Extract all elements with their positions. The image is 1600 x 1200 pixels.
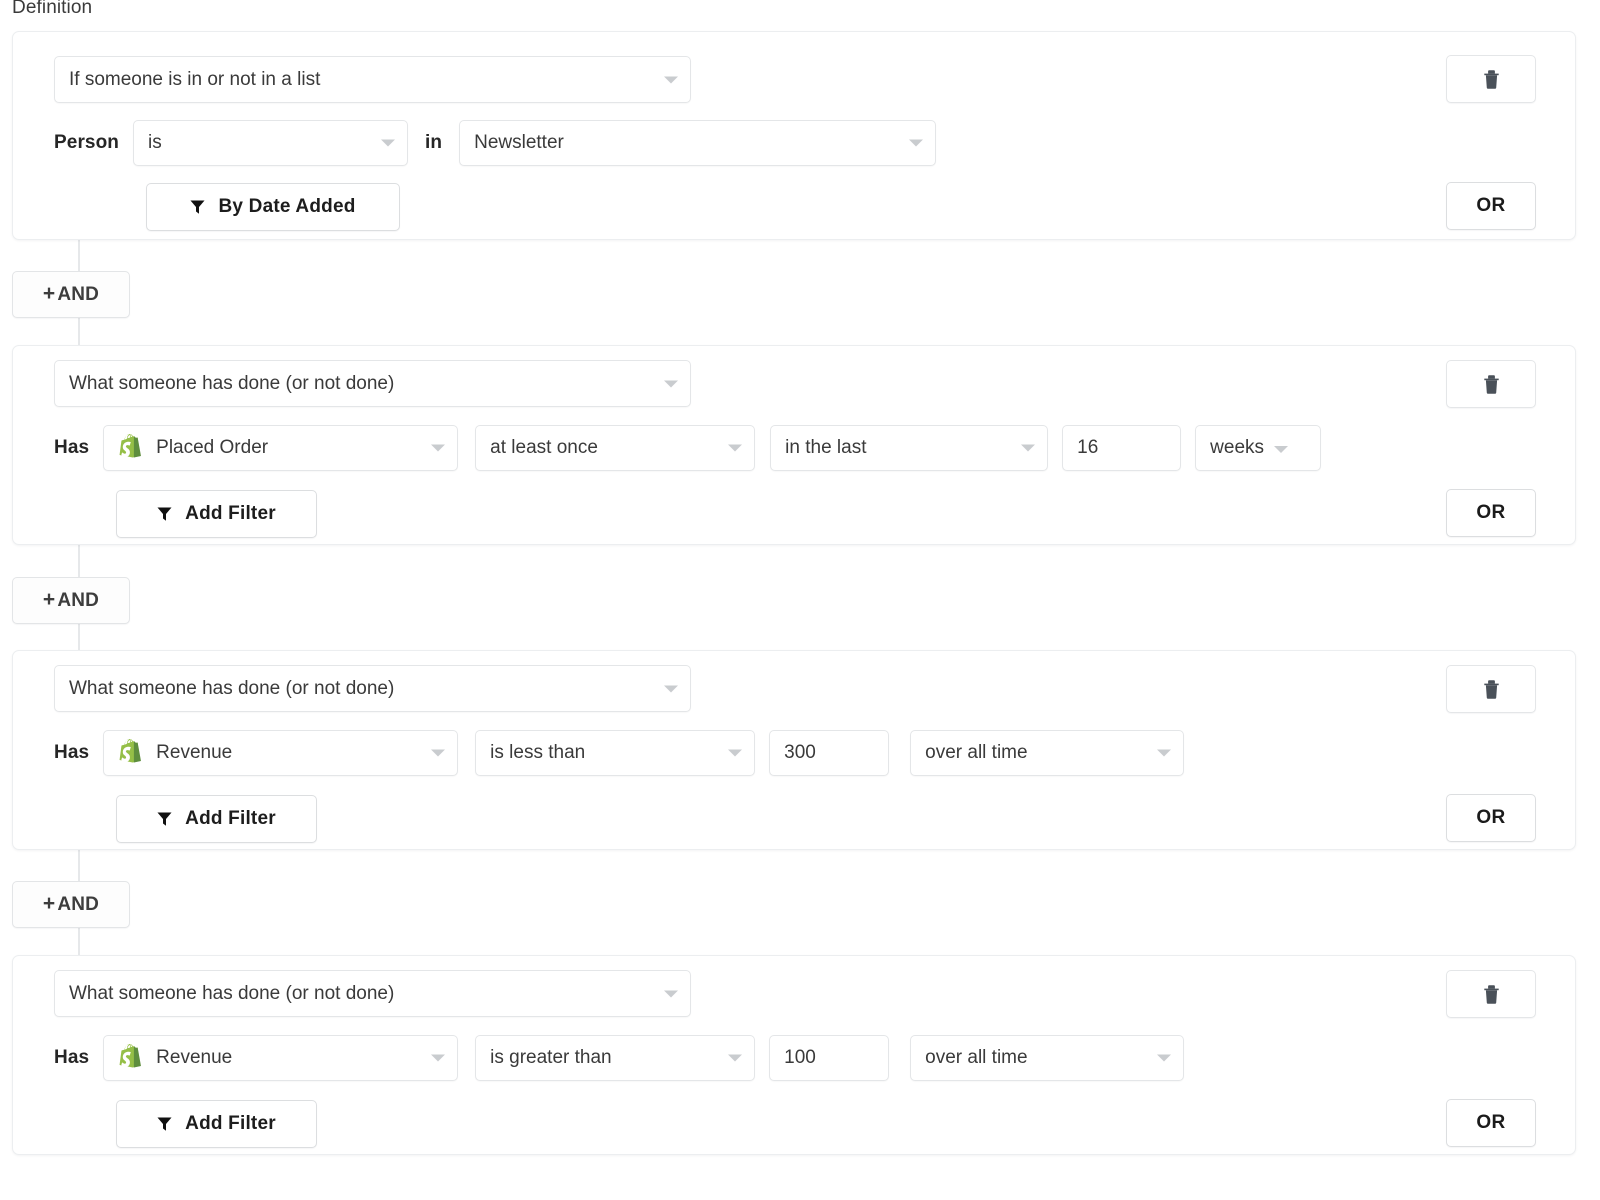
delete-block-button[interactable] (1446, 55, 1536, 103)
shopify-icon (118, 434, 144, 463)
has-label: Has (54, 1047, 89, 1069)
by-date-added-button[interactable]: By Date Added (146, 183, 400, 231)
funnel-icon (190, 199, 205, 215)
comparator-select[interactable]: is greater than (475, 1035, 755, 1081)
chevron-down-icon (1021, 445, 1035, 452)
membership-operator-select[interactable]: is (133, 120, 408, 166)
trash-icon (1483, 374, 1500, 394)
timeframe-select[interactable]: in the last (770, 425, 1048, 471)
duration-unit-select[interactable]: weeks (1195, 425, 1321, 471)
funnel-icon (157, 1116, 172, 1132)
chevron-down-icon (728, 1055, 742, 1062)
metric-select[interactable]: Placed Order (103, 425, 458, 471)
condition-type-select[interactable]: What someone has done (or not done) (54, 665, 691, 712)
condition-type-select[interactable]: If someone is in or not in a list (54, 56, 691, 103)
funnel-icon (157, 506, 172, 522)
chevron-down-icon (381, 140, 395, 147)
or-button[interactable]: OR (1446, 489, 1536, 537)
or-button[interactable]: OR (1446, 794, 1536, 842)
funnel-icon (157, 811, 172, 827)
list-membership-row: Person is in Newsletter (54, 120, 936, 166)
amount-input[interactable]: 100 (769, 1035, 889, 1081)
chevron-down-icon (664, 380, 678, 387)
chevron-down-icon (1274, 446, 1288, 453)
chevron-down-icon (431, 445, 445, 452)
add-filter-button[interactable]: Add Filter (116, 490, 317, 538)
filter-row: Add Filter (116, 1100, 317, 1148)
trash-icon (1483, 679, 1500, 699)
block-type-row: What someone has done (or not done) (54, 970, 691, 1017)
duration-amount-input[interactable]: 16 (1062, 425, 1181, 471)
condition-block-placed-order: What someone has done (or not done) Has … (12, 345, 1576, 545)
block-type-row: What someone has done (or not done) (54, 665, 691, 712)
amount-input[interactable]: 300 (769, 730, 889, 776)
condition-block-revenue-greater-than: What someone has done (or not done) Has … (12, 955, 1576, 1155)
chevron-down-icon (909, 140, 923, 147)
or-button[interactable]: OR (1446, 182, 1536, 230)
chevron-down-icon (664, 685, 678, 692)
shopify-icon (118, 739, 144, 768)
chevron-down-icon (1157, 1055, 1171, 1062)
list-select[interactable]: Newsletter (459, 120, 936, 166)
condition-block-list-membership: If someone is in or not in a list Person… (12, 31, 1576, 240)
trash-icon (1483, 984, 1500, 1004)
condition-block-revenue-less-than: What someone has done (or not done) Has … (12, 650, 1576, 850)
or-button[interactable]: OR (1446, 1099, 1536, 1147)
metric-select[interactable]: Revenue (103, 730, 458, 776)
block-type-row: If someone is in or not in a list (54, 56, 691, 103)
timeframe-select[interactable]: over all time (910, 1035, 1184, 1081)
in-label: in (425, 132, 442, 154)
condition-type-select[interactable]: What someone has done (or not done) (54, 360, 691, 407)
has-label: Has (54, 742, 89, 764)
metric-select[interactable]: Revenue (103, 1035, 458, 1081)
filter-row: Add Filter (116, 490, 317, 538)
add-filter-button[interactable]: Add Filter (116, 795, 317, 843)
has-label: Has (54, 437, 89, 459)
comparator-select[interactable]: is less than (475, 730, 755, 776)
chevron-down-icon (728, 750, 742, 757)
delete-block-button[interactable] (1446, 970, 1536, 1018)
filter-row: By Date Added (146, 183, 400, 231)
chevron-down-icon (431, 750, 445, 757)
add-and-condition-button-3[interactable]: + AND (12, 881, 130, 928)
chevron-down-icon (728, 445, 742, 452)
metric-condition-row: Has Revenue is less than 300 over all ti… (54, 730, 1184, 776)
metric-condition-row: Has Placed Order at least once in the la… (54, 425, 1321, 471)
add-and-condition-button-1[interactable]: + AND (12, 271, 130, 318)
frequency-select[interactable]: at least once (475, 425, 755, 471)
chevron-down-icon (1157, 750, 1171, 757)
timeframe-select[interactable]: over all time (910, 730, 1184, 776)
delete-block-button[interactable] (1446, 665, 1536, 713)
metric-condition-row: Has Revenue is greater than 100 over all… (54, 1035, 1184, 1081)
trash-icon (1483, 69, 1500, 89)
add-and-condition-button-2[interactable]: + AND (12, 577, 130, 624)
page-title: Definition (12, 0, 92, 20)
person-label: Person (54, 132, 119, 154)
chevron-down-icon (431, 1055, 445, 1062)
delete-block-button[interactable] (1446, 360, 1536, 408)
filter-row: Add Filter (116, 795, 317, 843)
chevron-down-icon (664, 990, 678, 997)
condition-type-select[interactable]: What someone has done (or not done) (54, 970, 691, 1017)
chevron-down-icon (664, 76, 678, 83)
shopify-icon (118, 1044, 144, 1073)
add-filter-button[interactable]: Add Filter (116, 1100, 317, 1148)
block-type-row: What someone has done (or not done) (54, 360, 691, 407)
